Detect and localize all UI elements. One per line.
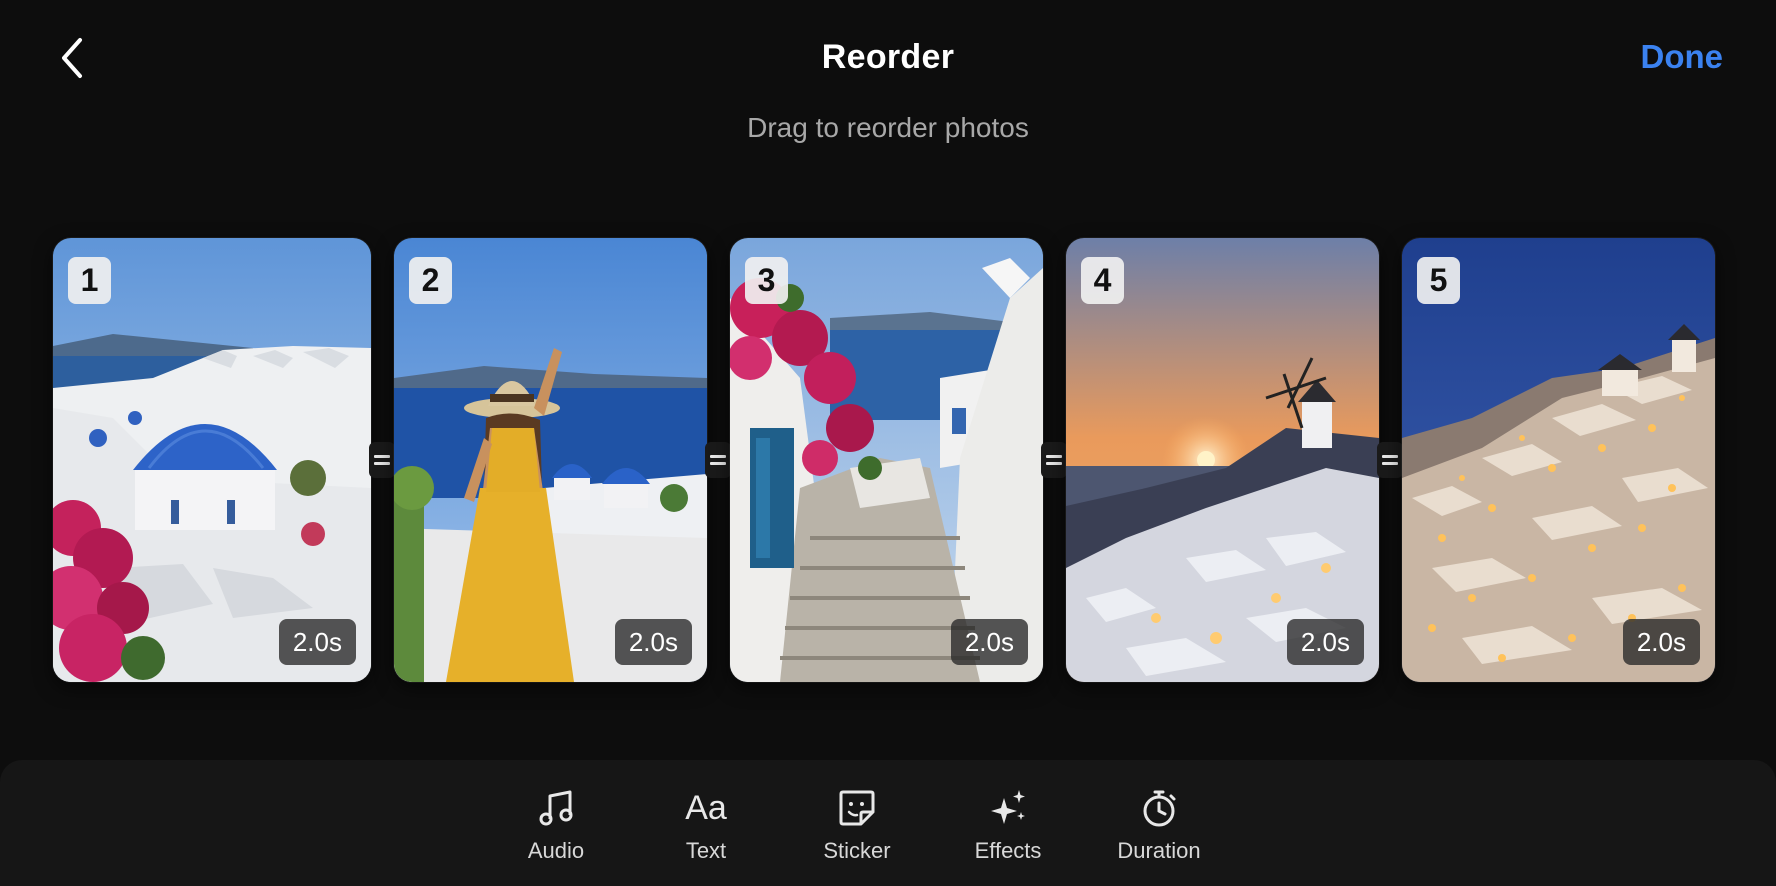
photo-card[interactable]: 2 2.0s: [394, 238, 707, 682]
back-button[interactable]: [52, 34, 96, 82]
page-title: Reorder: [821, 38, 955, 76]
photo-thumbnail: [394, 238, 707, 682]
duration-badge[interactable]: 2.0s: [614, 619, 692, 665]
duration-badge[interactable]: 2.0s: [950, 619, 1028, 665]
photo-strip: 1 2.0s 2 2.0s 3 2.0s 4 2.0s 5 2.0s: [0, 238, 1776, 682]
tool-label: Duration: [1117, 838, 1201, 863]
tool-label: Sticker: [823, 838, 891, 863]
tool-label: Audio: [527, 838, 585, 863]
drag-handle-icon: [1046, 453, 1062, 467]
order-number-badge: 5: [1417, 257, 1460, 304]
drag-handle-icon: [1382, 453, 1398, 467]
photo-card[interactable]: 5 2.0s: [1402, 238, 1715, 682]
header-bar: Reorder Done Drag to reorder photos: [0, 0, 1776, 143]
drag-handle[interactable]: [1041, 442, 1067, 478]
audio-tool-button[interactable]: Audio: [496, 786, 616, 864]
duration-tool-button[interactable]: Duration: [1099, 786, 1219, 864]
photo-card[interactable]: 3 2.0s: [730, 238, 1043, 682]
photo-thumbnail: [730, 238, 1043, 682]
drag-handle-icon: [710, 453, 726, 467]
photo-thumbnail: [1402, 238, 1715, 682]
instruction-text: Drag to reorder photos: [747, 112, 1029, 143]
photo-thumbnail: [1066, 238, 1379, 682]
photo-card[interactable]: 1 2.0s: [53, 238, 371, 682]
text-aa-icon: Aa: [685, 789, 727, 827]
duration-badge[interactable]: 2.0s: [278, 619, 356, 665]
drag-handle[interactable]: [1377, 442, 1403, 478]
order-number-badge: 3: [745, 257, 788, 304]
sticker-icon: [839, 790, 875, 826]
photo-card[interactable]: 4 2.0s: [1066, 238, 1379, 682]
done-button[interactable]: Done: [1641, 38, 1724, 76]
chevron-left-icon: [62, 38, 82, 78]
effects-tool-button[interactable]: Effects: [948, 786, 1068, 864]
drag-handle-icon: [374, 453, 390, 467]
order-number-badge: 1: [68, 257, 111, 304]
stopwatch-icon: [1143, 790, 1176, 827]
text-tool-button[interactable]: Aa Text: [646, 786, 766, 864]
order-number-badge: 4: [1081, 257, 1124, 304]
sticker-tool-button[interactable]: Sticker: [797, 786, 917, 864]
drag-handle[interactable]: [705, 442, 731, 478]
bottom-toolbar: Audio Aa Text Sticker Effects Duration: [0, 760, 1776, 886]
photo-thumbnail: [53, 238, 371, 682]
music-note-icon: [539, 790, 573, 826]
tool-label: Text: [685, 838, 727, 863]
sparkles-icon: [991, 790, 1025, 824]
drag-handle[interactable]: [369, 442, 395, 478]
duration-badge[interactable]: 2.0s: [1622, 619, 1700, 665]
order-number-badge: 2: [409, 257, 452, 304]
tool-label: Effects: [974, 838, 1042, 863]
duration-badge[interactable]: 2.0s: [1286, 619, 1364, 665]
